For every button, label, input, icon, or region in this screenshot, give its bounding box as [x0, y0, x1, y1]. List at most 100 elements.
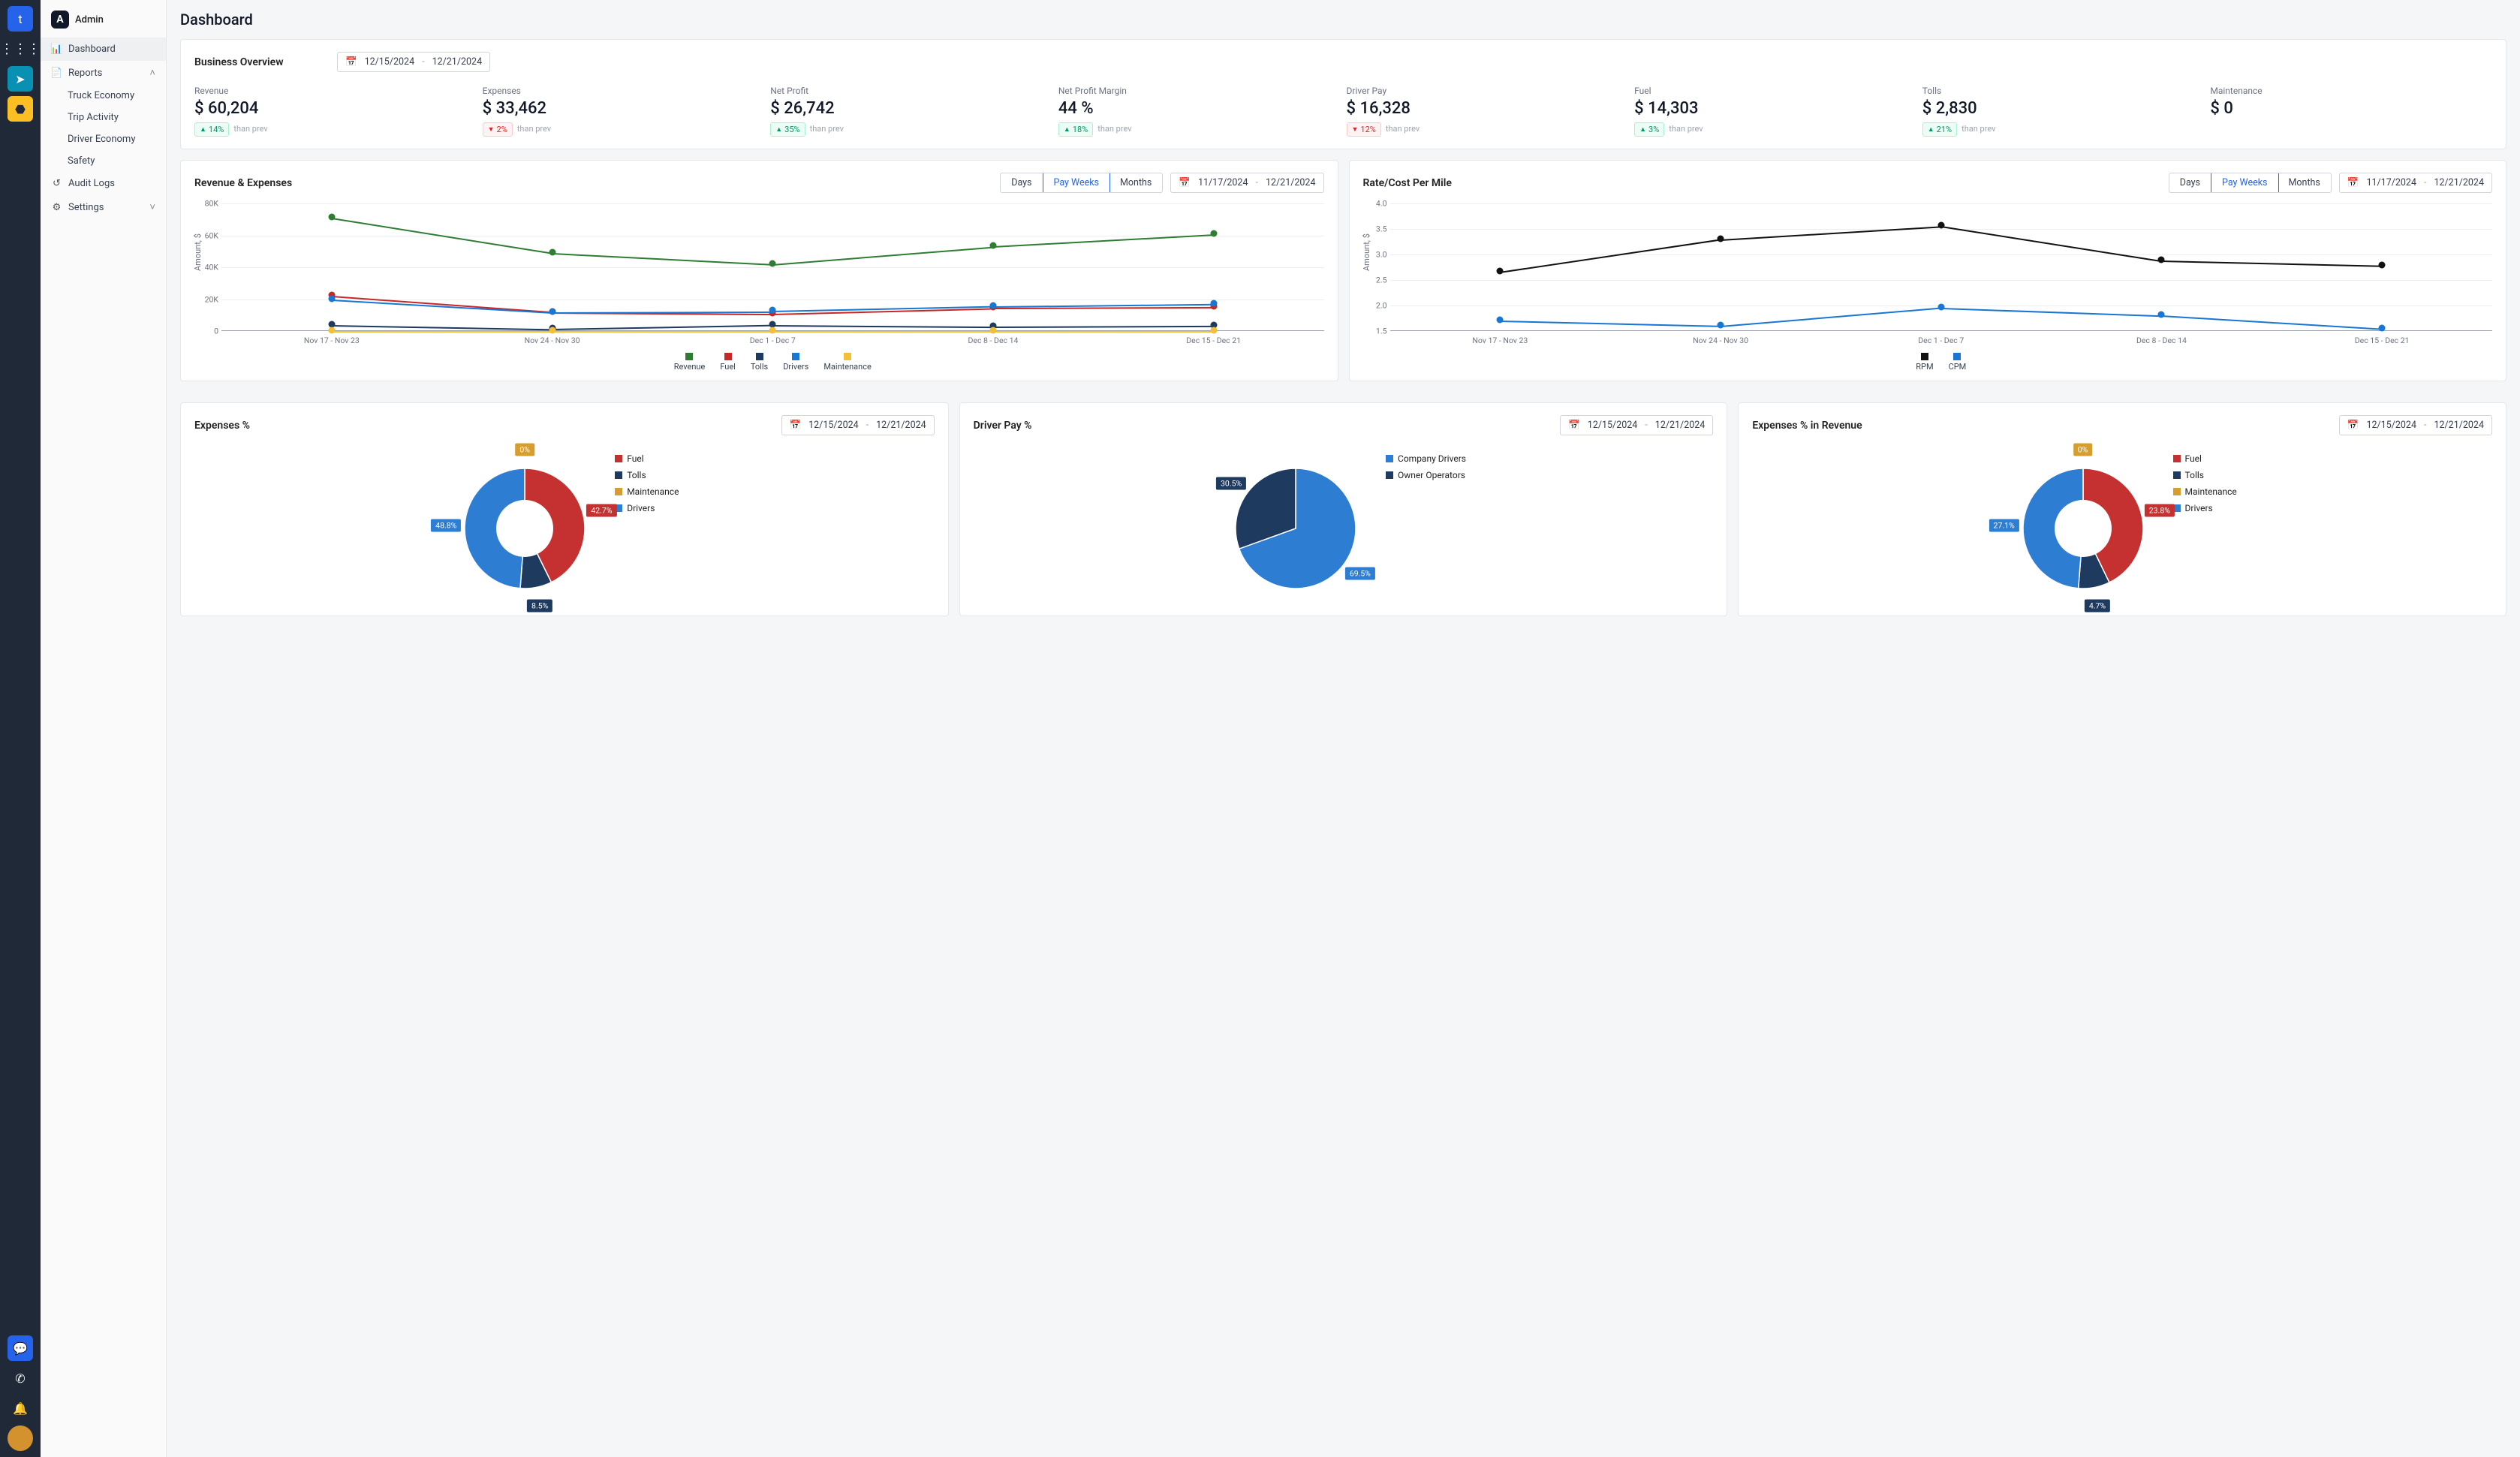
legend-item[interactable]: RPM	[1916, 353, 1933, 372]
metric-value: $ 14,303	[1634, 99, 1916, 118]
sidebar-label-dashboard: Dashboard	[68, 44, 116, 55]
rail-app-icon-1[interactable]: t	[8, 6, 33, 32]
legend-item[interactable]: Revenue	[674, 353, 706, 372]
metric-label: Expenses	[483, 86, 765, 96]
sidebar-brand: A Admin	[41, 3, 166, 38]
seg-months[interactable]: Months	[1109, 173, 1162, 192]
pie-slice-label: 8.5%	[527, 600, 552, 613]
sidebar-item-truck-economy[interactable]: Truck Economy	[41, 85, 166, 107]
metric-revenue: Revenue $ 60,204 ▲14%than prev	[194, 86, 477, 137]
seg-days[interactable]: Days	[1001, 173, 1043, 192]
calendar-icon: 📅	[790, 420, 802, 431]
rail-phone-icon[interactable]: ✆	[8, 1365, 33, 1391]
sidebar-item-audit-logs[interactable]: ↺ Audit Logs	[41, 172, 166, 195]
legend-item[interactable]: CPM	[1949, 353, 1967, 372]
metric-delta: ▲18%	[1058, 122, 1093, 137]
calendar-icon: 📅	[2347, 420, 2359, 431]
rcpm-chart: Amount, $ 1.52.02.53.03.54.0 Nov 17 - No…	[1363, 203, 2493, 369]
metric-value: $ 26,742	[770, 99, 1052, 118]
overview-date-to: 12/21/2024	[432, 56, 483, 68]
pie-slice-label: 69.5%	[1345, 567, 1375, 580]
calendar-icon: 📅	[2347, 177, 2359, 188]
rev-exp-date-range[interactable]: 📅 11/17/2024 - 12/21/2024	[1170, 173, 1323, 193]
driver-pay-pct-title: Driver Pay %	[974, 420, 1032, 432]
pie-legend-item[interactable]: Drivers	[615, 503, 679, 513]
metric-delta: ▲14%	[194, 122, 229, 137]
sidebar-item-settings[interactable]: ⚙ Settings ˅	[41, 195, 166, 219]
pie-legend-item[interactable]: Fuel	[615, 453, 679, 464]
rcpm-title: Rate/Cost Per Mile	[1363, 177, 1452, 189]
sidebar-item-trip-activity[interactable]: Trip Activity	[41, 107, 166, 128]
sidebar-item-safety[interactable]: Safety	[41, 150, 166, 172]
document-icon: 📄	[51, 68, 62, 79]
pie-legend-item[interactable]: Maintenance	[615, 486, 679, 497]
pie-legend-item[interactable]: Fuel	[2173, 453, 2237, 464]
sidebar-item-driver-economy[interactable]: Driver Economy	[41, 128, 166, 150]
pie-slice-label: 27.1%	[1989, 519, 2019, 531]
metric-expenses: Expenses $ 33,462 ▼2%than prev	[483, 86, 765, 137]
pie-legend-item[interactable]: Maintenance	[2173, 486, 2237, 497]
seg-days-2[interactable]: Days	[2169, 173, 2211, 192]
seg-pay-weeks[interactable]: Pay Weeks	[1043, 173, 1111, 193]
panel-business-overview: Business Overview 📅 12/15/2024 - 12/21/2…	[180, 39, 2506, 149]
sidebar-label-audit-logs: Audit Logs	[68, 178, 115, 189]
pie-slice-label: 4.7%	[2085, 600, 2110, 613]
rcpm-period-toggle: Days Pay Weeks Months	[2169, 173, 2332, 193]
pie-slice-label: 30.5%	[1216, 477, 1246, 489]
metric-delta: ▲35%	[770, 122, 805, 137]
pie-legend-item[interactable]: Tolls	[2173, 470, 2237, 480]
sidebar: A Admin 📊 Dashboard 📄 Reports ˄ Truck Ec…	[41, 0, 167, 1457]
metric-driver-pay: Driver Pay $ 16,328 ▼12%than prev	[1347, 86, 1629, 137]
metric-value: $ 16,328	[1347, 99, 1629, 118]
metric-value: $ 33,462	[483, 99, 765, 118]
expenses-rev-pct-title: Expenses % in Revenue	[1752, 420, 1862, 432]
legend-item[interactable]: Tolls	[751, 353, 768, 372]
calendar-icon: 📅	[1568, 420, 1580, 431]
expenses-rev-pct-date-range[interactable]: 📅 12/15/2024 - 12/21/2024	[2339, 415, 2492, 435]
page-title: Dashboard	[180, 11, 2506, 29]
legend-item[interactable]: Fuel	[720, 353, 736, 372]
metric-label: Fuel	[1634, 86, 1916, 96]
pie-legend-item[interactable]: Tolls	[615, 470, 679, 480]
seg-pay-weeks-2[interactable]: Pay Weeks	[2211, 173, 2279, 193]
metric-delta: ▼12%	[1347, 122, 1381, 137]
metric-delta: ▲3%	[1634, 122, 1664, 137]
rcpm-date-range[interactable]: 📅 11/17/2024 - 12/21/2024	[2339, 173, 2492, 193]
metric-tolls: Tolls $ 2,830 ▲21%than prev	[1922, 86, 2205, 137]
rail-map-icon[interactable]: ⬣	[8, 96, 33, 122]
rail-chat-icon[interactable]: 💬	[8, 1335, 33, 1361]
legend-item[interactable]: Drivers	[783, 353, 808, 372]
legend-item[interactable]: Maintenance	[823, 353, 872, 372]
metric-net-profit: Net Profit $ 26,742 ▲35%than prev	[770, 86, 1052, 137]
rail-nav-icon[interactable]: ➤	[8, 66, 33, 92]
sidebar-item-dashboard[interactable]: 📊 Dashboard	[41, 38, 166, 61]
metric-delta: ▲21%	[1922, 122, 1957, 137]
main-content: Dashboard Business Overview 📅 12/15/2024…	[167, 0, 2520, 1457]
panel-expenses-pct: Expenses % 📅 12/15/2024 - 12/21/2024 42.…	[180, 402, 949, 616]
pie-legend-item[interactable]: Owner Operators	[1386, 470, 1466, 480]
pie-legend-item[interactable]: Drivers	[2173, 503, 2237, 513]
overview-date-range[interactable]: 📅 12/15/2024 - 12/21/2024	[337, 52, 490, 72]
brand-logo: A	[51, 11, 69, 29]
history-icon: ↺	[51, 178, 62, 189]
calendar-icon: 📅	[345, 56, 357, 68]
panel-expenses-pct-revenue: Expenses % in Revenue 📅 12/15/2024 - 12/…	[1738, 402, 2506, 616]
driver-pay-pct-date-range[interactable]: 📅 12/15/2024 - 12/21/2024	[1560, 415, 1713, 435]
gear-icon: ⚙	[51, 202, 62, 213]
chevron-up-icon: ˄	[149, 67, 155, 79]
metric-value: $ 0	[2210, 99, 2492, 118]
expenses-pct-date-range[interactable]: 📅 12/15/2024 - 12/21/2024	[781, 415, 935, 435]
driver-pay-pct-pie: 69.5%30.5%	[1221, 453, 1371, 604]
metric-label: Driver Pay	[1347, 86, 1629, 96]
metric-fuel: Fuel $ 14,303 ▲3%than prev	[1634, 86, 1916, 137]
brand-user: Admin	[75, 14, 104, 26]
panel-driver-pay-pct: Driver Pay % 📅 12/15/2024 - 12/21/2024 6…	[959, 402, 1728, 616]
sidebar-item-reports[interactable]: 📄 Reports ˄	[41, 61, 166, 85]
seg-months-2[interactable]: Months	[2278, 173, 2331, 192]
rail-avatar[interactable]	[8, 1425, 33, 1451]
rail-apps-grid-icon[interactable]: ⋮⋮⋮	[8, 36, 33, 62]
pie-legend-item[interactable]: Company Drivers	[1386, 453, 1466, 464]
chevron-down-icon: ˅	[149, 201, 155, 213]
rail-bell-icon[interactable]: 🔔	[8, 1395, 33, 1421]
pie-slice-label: 42.7%	[586, 504, 616, 517]
